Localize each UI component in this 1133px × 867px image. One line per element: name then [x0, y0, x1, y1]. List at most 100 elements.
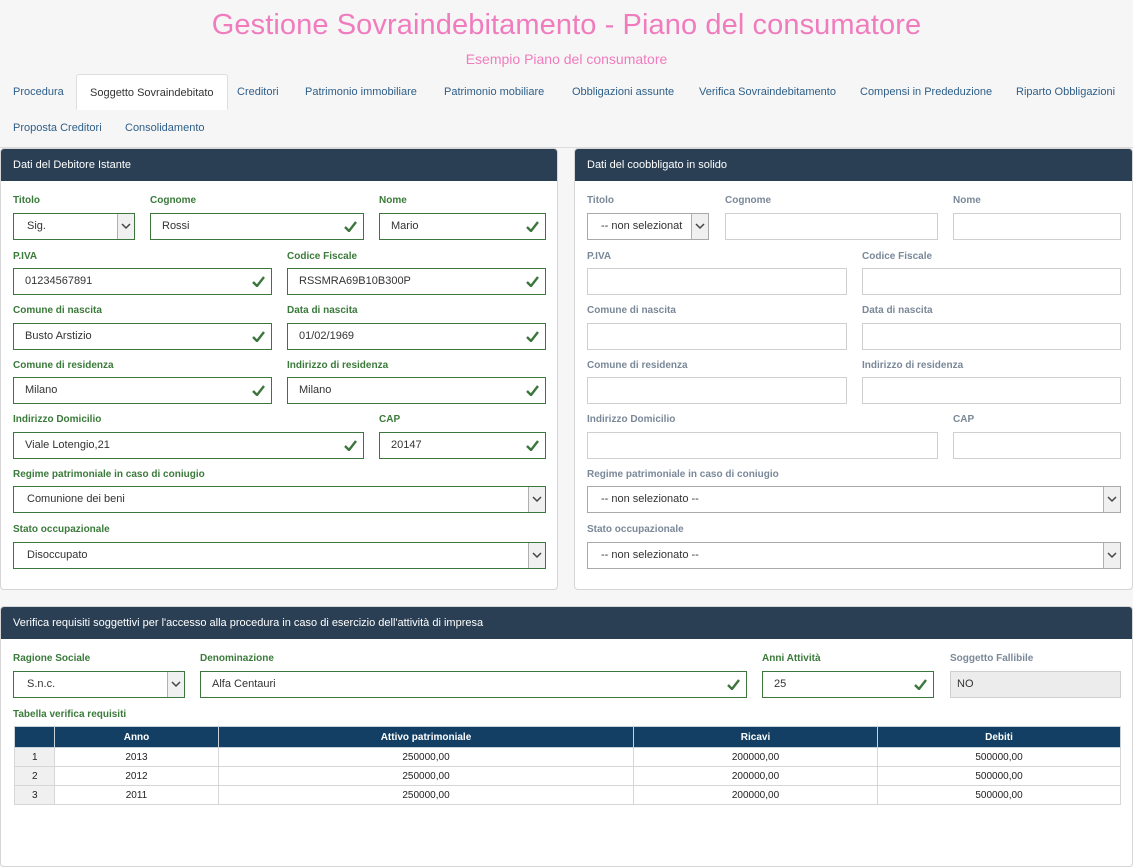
coob-data-nascita-label: Data di nascita: [862, 305, 933, 316]
debitore-panel-heading: Dati del Debitore Istante: [1, 149, 557, 181]
coob-comune-residenza-label: Comune di residenza: [587, 360, 688, 371]
coob-stato-select-value: -- non selezionato --: [601, 549, 699, 561]
anni-attivita-label: Anni Attività: [762, 653, 821, 664]
coob-regime-label: Regime patrimoniale in caso di coniugio: [587, 469, 779, 480]
chevron-down-icon: [167, 672, 184, 697]
coob-cap-input[interactable]: [953, 432, 1121, 459]
soggetto-fallibile-label: Soggetto Fallibile: [950, 653, 1034, 664]
coobbligato-panel: Dati del coobbligato in solido Titolo --…: [574, 148, 1133, 590]
col-header-ricavi[interactable]: Ricavi: [633, 726, 878, 748]
col-header-anno[interactable]: Anno: [54, 726, 219, 748]
chevron-down-icon: [117, 214, 134, 239]
tab-obbligazioni-assunte[interactable]: Obbligazioni assunte: [559, 74, 687, 110]
cell-ricavi: 200000,00: [633, 785, 878, 805]
table-row[interactable]: 1 2013 250000,00 200000,00 500000,00: [14, 747, 1121, 767]
coob-indirizzo-residenza-input[interactable]: [862, 377, 1121, 404]
chevron-down-icon: [1103, 543, 1120, 568]
ragione-sociale-select[interactable]: S.n.c.: [13, 671, 185, 698]
ragione-sociale-label: Ragione Sociale: [13, 653, 91, 664]
comune-residenza-label: Comune di residenza: [13, 360, 114, 371]
indirizzo-domicilio-label: Indirizzo Domicilio: [13, 414, 102, 425]
soggetto-fallibile-value: NO: [957, 678, 974, 690]
tab-riparto-obbligazioni[interactable]: Riparto Obbligazioni: [1003, 74, 1128, 110]
table-row[interactable]: 3 2011 250000,00 200000,00 500000,00: [14, 785, 1121, 805]
nome-input[interactable]: Mario: [379, 213, 546, 240]
indirizzo-residenza-value: Milano: [299, 384, 332, 396]
tab-soggetto-sovraindebitato[interactable]: Soggetto Sovraindebitato: [76, 74, 228, 110]
tab-consolidamento[interactable]: Consolidamento: [112, 110, 218, 146]
check-icon: [526, 276, 539, 287]
anni-attivita-value: 25: [774, 678, 787, 690]
coob-piva-input[interactable]: [587, 268, 847, 295]
chevron-down-icon: [1103, 487, 1120, 512]
coob-codice-fiscale-label: Codice Fiscale: [862, 251, 933, 262]
coobbligato-panel-heading: Dati del coobbligato in solido: [575, 149, 1132, 181]
cell-ricavi: 200000,00: [633, 747, 878, 767]
piva-value: 01234567891: [25, 275, 93, 287]
coob-indirizzo-domicilio-label: Indirizzo Domicilio: [587, 414, 676, 425]
nome-label: Nome: [379, 195, 407, 206]
check-icon: [526, 331, 539, 342]
ragione-sociale-value: S.n.c.: [27, 678, 56, 690]
regime-select[interactable]: Comunione dei beni: [13, 486, 546, 513]
coob-stato-select[interactable]: -- non selezionato --: [587, 542, 1121, 569]
tab-compensi-prededuzione[interactable]: Compensi in Prededuzione: [847, 74, 1005, 110]
tab-patrimonio-immobiliare[interactable]: Patrimonio immobiliare: [292, 74, 430, 110]
coob-data-nascita-input[interactable]: [862, 323, 1121, 350]
stato-select-value: Disoccupato: [27, 549, 88, 561]
coob-comune-residenza-input[interactable]: [587, 377, 847, 404]
tab-proposta-creditori[interactable]: Proposta Creditori: [0, 110, 115, 146]
codice-fiscale-input[interactable]: RSSMRA69B10B300P: [287, 268, 546, 295]
titolo-label: Titolo: [13, 195, 41, 206]
col-header-attivo[interactable]: Attivo patrimoniale: [218, 726, 634, 748]
stato-select[interactable]: Disoccupato: [13, 542, 546, 569]
coob-indirizzo-domicilio-input[interactable]: [587, 432, 938, 459]
coob-comune-nascita-input[interactable]: [587, 323, 847, 350]
coob-regime-select-value: -- non selezionato --: [601, 493, 699, 505]
tab-creditori[interactable]: Creditori: [224, 74, 292, 110]
comune-nascita-input[interactable]: Busto Arstizio: [13, 323, 272, 350]
chevron-down-icon: [528, 543, 545, 568]
data-nascita-input[interactable]: 01/02/1969: [287, 323, 546, 350]
comune-residenza-input[interactable]: Milano: [13, 377, 272, 404]
coob-stato-label: Stato occupazionale: [587, 524, 684, 535]
requisiti-table: Anno Attivo patrimoniale Ricavi Debiti 1…: [14, 726, 1121, 805]
table-row[interactable]: 2 2012 250000,00 200000,00 500000,00: [14, 766, 1121, 786]
coob-regime-select[interactable]: -- non selezionato --: [587, 486, 1121, 513]
anni-attivita-input[interactable]: 25: [762, 671, 934, 698]
check-icon: [526, 440, 539, 451]
coob-codice-fiscale-input[interactable]: [862, 268, 1121, 295]
comune-nascita-value: Busto Arstizio: [25, 330, 92, 342]
cap-input[interactable]: 20147: [379, 432, 546, 459]
col-header-debiti[interactable]: Debiti: [877, 726, 1121, 748]
tab-patrimonio-mobiliare[interactable]: Patrimonio mobiliare: [431, 74, 557, 110]
tab-procedura[interactable]: Procedura: [0, 74, 77, 110]
check-icon: [526, 221, 539, 232]
cognome-input[interactable]: Rossi: [150, 213, 364, 240]
app-subtitle: Esempio Piano del consumatore: [465, 51, 668, 67]
cell-anno: 2011: [54, 785, 219, 805]
indirizzo-residenza-input[interactable]: Milano: [287, 377, 546, 404]
indirizzo-domicilio-value: Viale Lotengio,21: [25, 439, 110, 451]
cell-attivo: 250000,00: [218, 766, 634, 786]
indirizzo-domicilio-input[interactable]: Viale Lotengio,21: [13, 432, 364, 459]
piva-input[interactable]: 01234567891: [13, 268, 272, 295]
titolo-select[interactable]: Sig.: [13, 213, 135, 240]
check-icon: [914, 679, 927, 690]
stato-label: Stato occupazionale: [13, 524, 110, 535]
cognome-label: Cognome: [150, 195, 197, 206]
coob-titolo-select[interactable]: -- non selezionat: [587, 213, 709, 240]
cognome-value: Rossi: [162, 220, 190, 232]
regime-select-value: Comunione dei beni: [27, 493, 125, 505]
cell-attivo: 250000,00: [218, 747, 634, 767]
coob-cap-label: CAP: [953, 414, 975, 425]
nome-value: Mario: [391, 220, 419, 232]
tab-verifica-sovraindebitamento[interactable]: Verifica Sovraindebitamento: [686, 74, 849, 110]
codice-fiscale-label: Codice Fiscale: [287, 251, 358, 262]
denominazione-input[interactable]: Alfa Centauri: [200, 671, 747, 698]
cap-value: 20147: [391, 439, 422, 451]
denominazione-value: Alfa Centauri: [212, 678, 276, 690]
row-index: 1: [14, 747, 55, 767]
coob-nome-input[interactable]: [953, 213, 1121, 240]
coob-cognome-input[interactable]: [725, 213, 938, 240]
